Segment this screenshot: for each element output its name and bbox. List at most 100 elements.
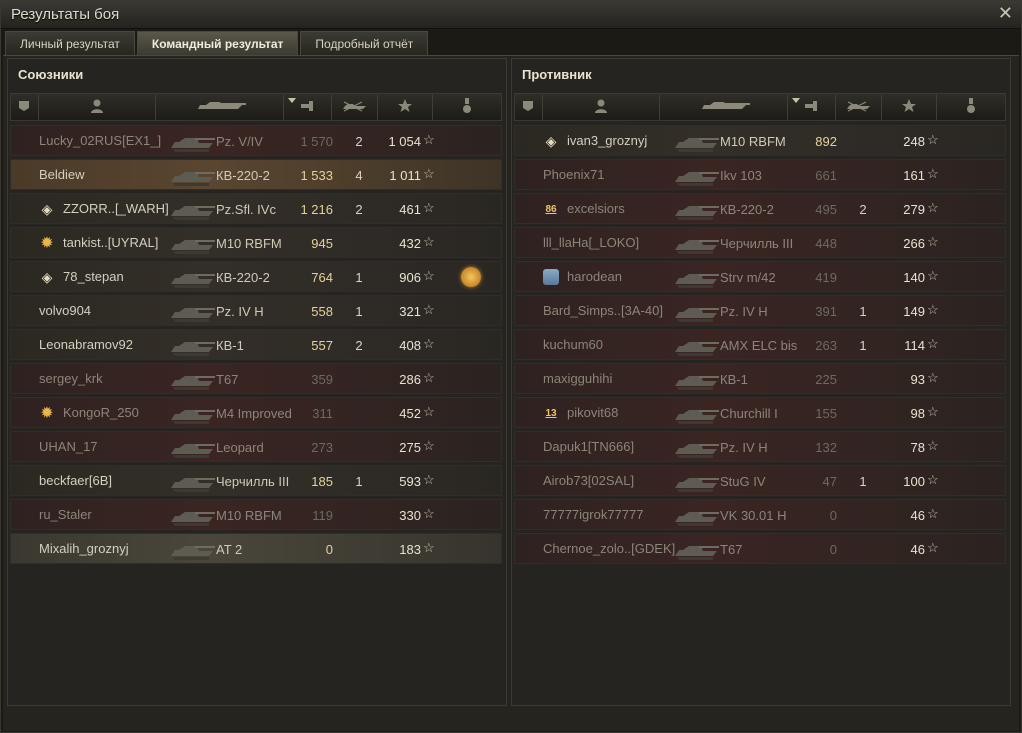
tank-silhouette-icon bbox=[673, 266, 719, 290]
tab-personal[interactable]: Личный результат bbox=[5, 31, 135, 55]
xp-value: 78 bbox=[910, 440, 925, 455]
shield-badge-icon bbox=[541, 268, 561, 286]
xp-value: 321 bbox=[399, 304, 421, 319]
player-row[interactable]: ◈ ivan3_groznyj M10 RBFM 892 248 ☆ bbox=[514, 125, 1006, 156]
player-icon-column[interactable] bbox=[39, 94, 157, 120]
tank-silhouette-icon bbox=[169, 266, 215, 290]
tank-silhouette-icon bbox=[169, 504, 215, 528]
xp-star-icon: ☆ bbox=[423, 302, 435, 317]
xp-star-icon: ☆ bbox=[927, 132, 939, 147]
player-row[interactable]: ◈ ZZORR..[_WARH] Pz.Sfl. IVc 1 216 2 461 ☆ bbox=[10, 193, 502, 224]
tank-silhouette-icon bbox=[673, 368, 719, 392]
player-row[interactable]: 86 excelsiors КВ-220-2 495 2 279 ☆ bbox=[514, 193, 1006, 224]
platoon-icon bbox=[522, 100, 534, 115]
xp-value: 461 bbox=[399, 202, 421, 217]
damage-value: 0 bbox=[829, 508, 837, 523]
player-row[interactable]: Mixalih_groznyj AT 2 0 183 ☆ bbox=[10, 533, 502, 564]
player-name: Dapuk1[TN666] bbox=[543, 439, 635, 454]
platoon-icon-column[interactable] bbox=[11, 94, 39, 120]
kills-value: 1 bbox=[859, 338, 867, 353]
tank-silhouette-icon bbox=[673, 198, 719, 222]
xp-value: 1 011 bbox=[389, 168, 421, 183]
player-name: kuchum60 bbox=[543, 337, 603, 352]
damage-icon-column[interactable] bbox=[788, 94, 836, 120]
medal-icon-column[interactable] bbox=[937, 94, 1005, 120]
allies-list: Lucky_02RUS[EX1_] Pz. V/IV 1 570 2 1 054 ☆ Bel… bbox=[10, 125, 502, 567]
platoon-icon-column[interactable] bbox=[515, 94, 543, 120]
damage-value: 311 bbox=[312, 406, 333, 421]
xp-star-icon: ☆ bbox=[927, 234, 939, 249]
player-row[interactable]: lll_llaHa[_LOKO] Черчилль III 448 266 ☆ bbox=[514, 227, 1006, 258]
kills-value: 1 bbox=[859, 474, 867, 489]
player-row[interactable]: volvo904 Pz. IV H 558 1 321 ☆ bbox=[10, 295, 502, 326]
player-icon bbox=[90, 99, 104, 116]
damage-icon-column[interactable] bbox=[284, 94, 332, 120]
tank-icon bbox=[696, 99, 752, 116]
damage-value: 661 bbox=[815, 168, 837, 183]
player-row[interactable]: ◈ 78_stepan КВ-220-2 764 1 906 ☆ bbox=[10, 261, 502, 292]
kills-icon-column[interactable] bbox=[836, 94, 882, 120]
xp-star-icon: ☆ bbox=[423, 336, 435, 351]
tank-icon-column[interactable] bbox=[156, 94, 284, 120]
xp-star-icon-column[interactable] bbox=[378, 94, 434, 120]
medal-icon-column[interactable] bbox=[433, 94, 501, 120]
damage-value: 764 bbox=[311, 270, 333, 285]
player-row[interactable]: ✹ KongoR_250 M4 Improved 311 452 ☆ bbox=[10, 397, 502, 428]
xp-star-icon-column[interactable] bbox=[882, 94, 938, 120]
xp-star-icon: ☆ bbox=[927, 540, 939, 555]
tank-icon-column[interactable] bbox=[660, 94, 788, 120]
close-icon[interactable]: ✕ bbox=[998, 3, 1013, 23]
player-row[interactable]: Phoenix71 Ikv 103 661 161 ☆ bbox=[514, 159, 1006, 190]
player-row[interactable]: beckfaer[6B] Черчилль III 185 1 593 ☆ bbox=[10, 465, 502, 496]
player-row[interactable]: maxigguhihi КВ-1 225 93 ☆ bbox=[514, 363, 1006, 394]
xp-value: 432 bbox=[399, 236, 421, 251]
tank-silhouette-icon bbox=[673, 402, 719, 426]
player-name: Beldiew bbox=[39, 167, 85, 182]
player-name: beckfaer[6B] bbox=[39, 473, 112, 488]
player-row[interactable]: Beldiew КВ-220-2 1 533 4 1 011 ☆ bbox=[10, 159, 502, 190]
medal-icon[interactable] bbox=[461, 267, 481, 287]
player-row[interactable]: Chernoe_zolo..[GDEK] T67 0 46 ☆ bbox=[514, 533, 1006, 564]
kills-value: 1 bbox=[355, 474, 363, 489]
damage-value: 47 bbox=[822, 474, 837, 489]
enemies-header bbox=[514, 93, 1006, 121]
kills-icon-column[interactable] bbox=[332, 94, 378, 120]
xp-star-icon: ☆ bbox=[423, 472, 435, 487]
xp-value: 98 bbox=[910, 406, 925, 421]
damage-value: 359 bbox=[311, 372, 333, 387]
player-name: Chernoe_zolo..[GDEK] bbox=[543, 541, 676, 556]
player-row[interactable]: UHAN_17 Leopard 273 275 ☆ bbox=[10, 431, 502, 462]
rank-star-icon: ✹ bbox=[40, 405, 54, 422]
player-row[interactable]: sergey_krk T67 359 286 ☆ bbox=[10, 363, 502, 394]
damage-value: 892 bbox=[815, 134, 837, 149]
xp-value: 140 bbox=[903, 270, 925, 285]
damage-icon bbox=[299, 99, 315, 116]
xp-value: 408 bbox=[399, 338, 421, 353]
xp-star-icon: ☆ bbox=[927, 200, 939, 215]
rank-diamond-icon: ◈ bbox=[41, 268, 53, 285]
player-row[interactable]: kuchum60 AMX ELC bis 263 1 114 ☆ bbox=[514, 329, 1006, 360]
player-row[interactable]: ✹ tankist..[UYRAL] M10 RBFM 945 432 ☆ bbox=[10, 227, 502, 258]
player-row[interactable]: Dapuk1[TN666] Pz. IV H 132 78 ☆ bbox=[514, 431, 1006, 462]
player-row[interactable]: ru_Staler M10 RBFM 119 330 ☆ bbox=[10, 499, 502, 530]
allies-header bbox=[10, 93, 502, 121]
player-row[interactable]: Bard_Simps..[3A-40] Pz. IV H 391 1 149 ☆ bbox=[514, 295, 1006, 326]
xp-star-icon: ☆ bbox=[927, 472, 939, 487]
player-name: 77777igrok77777 bbox=[543, 507, 644, 522]
damage-value: 1 570 bbox=[300, 134, 333, 149]
xp-star-icon: ☆ bbox=[927, 438, 939, 453]
tank-silhouette-icon bbox=[169, 538, 215, 562]
player-icon-column[interactable] bbox=[543, 94, 661, 120]
platoon-icon bbox=[18, 100, 30, 115]
rank-star-icon: ✹ bbox=[40, 235, 54, 252]
player-row[interactable]: Leonabramov92 КВ-1 557 2 408 ☆ bbox=[10, 329, 502, 360]
player-row[interactable]: Airob73[02SAL] StuG IV 47 1 100 ☆ bbox=[514, 465, 1006, 496]
player-row[interactable]: 13 pikovit68 Churchill I 155 98 ☆ bbox=[514, 397, 1006, 428]
player-row[interactable]: 77777igrok77777 VK 30.01 H 0 46 ☆ bbox=[514, 499, 1006, 530]
player-row[interactable]: harodean Strv m/42 419 140 ☆ bbox=[514, 261, 1006, 292]
xp-value: 1 054 bbox=[388, 134, 421, 149]
xp-star-icon: ☆ bbox=[927, 268, 939, 283]
tab-detailed[interactable]: Подробный отчёт bbox=[300, 31, 429, 55]
player-row[interactable]: Lucky_02RUS[EX1_] Pz. V/IV 1 570 2 1 054 ☆ bbox=[10, 125, 502, 156]
tab-team[interactable]: Командный результат bbox=[136, 31, 299, 55]
